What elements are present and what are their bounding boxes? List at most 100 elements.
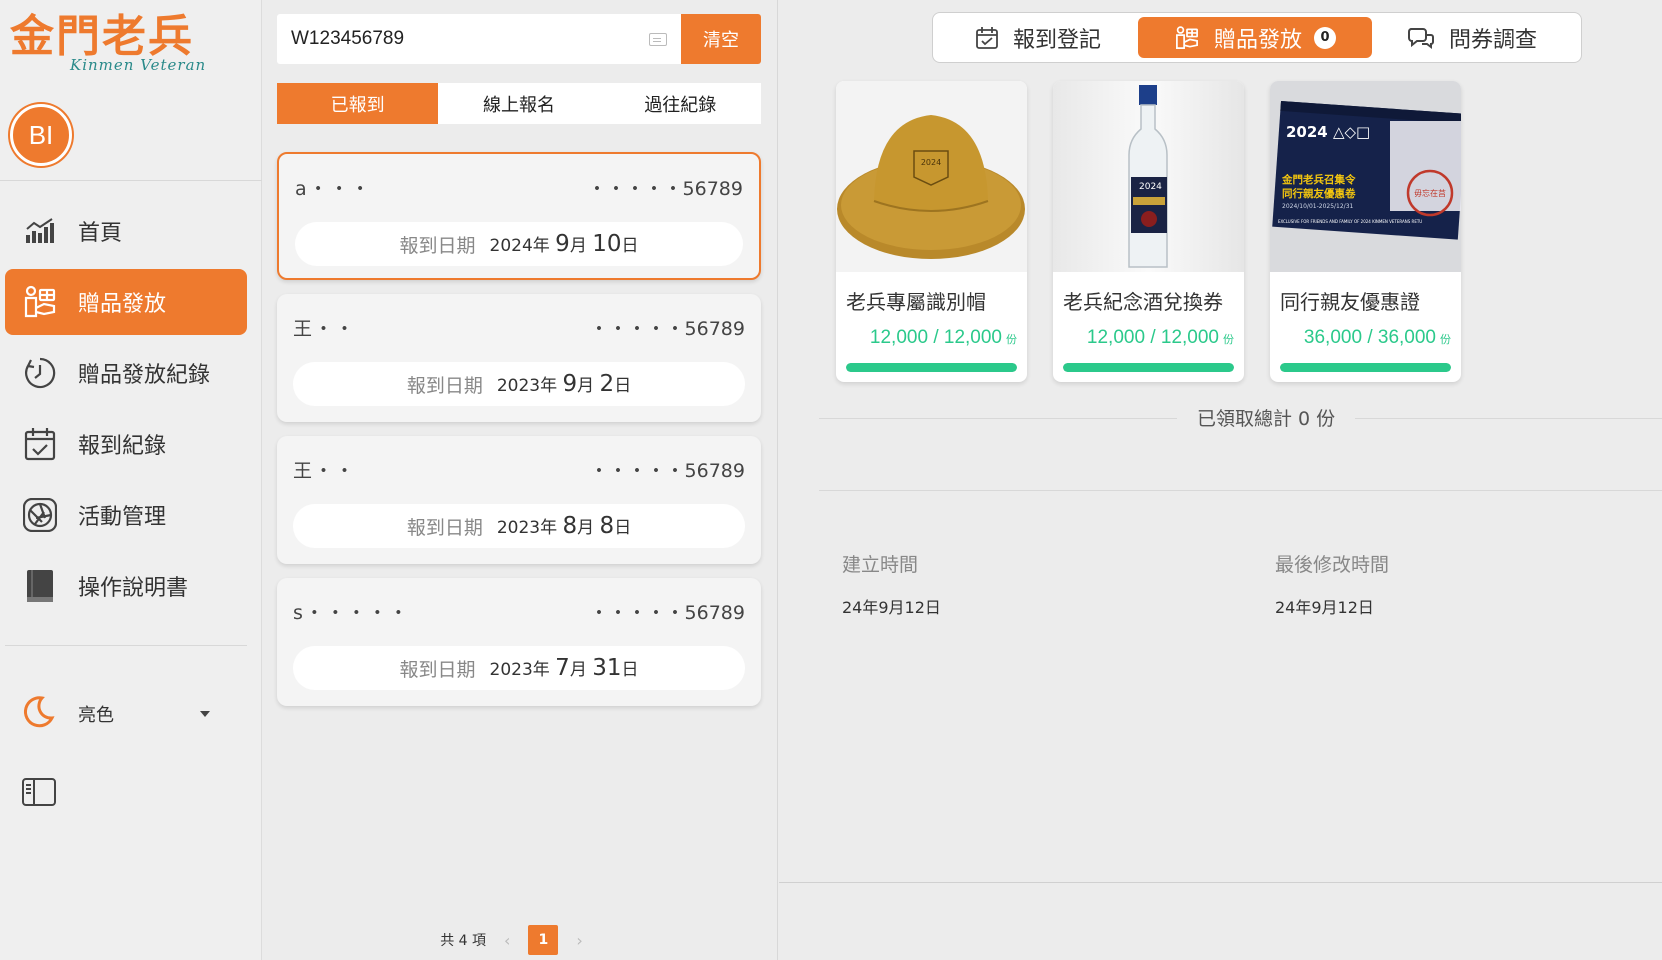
record-date: 報到日期 2024年 9月 10日 — [295, 222, 743, 266]
date-label: 報到日期 — [406, 374, 483, 397]
gift-name: 同行親友優惠證 — [1280, 290, 1420, 314]
caret-down-icon — [200, 711, 210, 717]
created-value: 24年9月12日 — [842, 598, 941, 617]
modified-value: 24年9月12日 — [1275, 598, 1374, 617]
tab-label: 贈品發放 — [1213, 27, 1302, 53]
liquor-bottle-image: 2024 — [1053, 81, 1244, 272]
moon-icon — [20, 694, 56, 735]
gift-hand-icon — [1174, 25, 1200, 51]
divider — [779, 882, 1662, 883]
history-icon — [22, 355, 58, 391]
progress-fill — [1063, 363, 1234, 372]
record-name: 王・・ — [293, 460, 357, 482]
sidebar-item-event-management[interactable]: 活動管理 — [5, 482, 247, 548]
id-card-icon[interactable] — [649, 32, 667, 46]
theme-label: 亮色 — [78, 705, 114, 726]
search-input[interactable] — [277, 14, 649, 64]
card-title-1: 金門老兵召集令 — [1281, 173, 1356, 186]
tab-label: 問券調查 — [1448, 27, 1537, 53]
tab-checked-in[interactable]: 已報到 — [277, 83, 439, 124]
sidebar-nav: 首頁 贈品發放 贈品發放紀錄 報到紀錄 活動管理 操作說明書 — [5, 198, 247, 624]
count-badge: 0 — [1314, 26, 1336, 49]
sidebar-item-label: 首頁 — [78, 221, 123, 246]
page-1-button[interactable]: 1 — [528, 925, 559, 955]
record-id: ・・・・・56789 — [587, 178, 743, 200]
gift-card[interactable]: 2024 △◇□ 金門老兵召集令 同行親友優惠卷 2024/10/01-2025… — [1270, 81, 1461, 382]
list-item[interactable]: a・・・ ・・・・・56789 報到日期 2024年 9月 10日 — [277, 152, 761, 280]
card-period: 2024/10/01-2025/12/31 — [1282, 203, 1354, 210]
tab-checkin-registration[interactable]: 報到登記 — [938, 17, 1138, 58]
record-name: s・・・・・ — [293, 602, 410, 624]
card-title-2: 同行親友優惠卷 — [1282, 187, 1356, 200]
gift-hand-icon — [22, 284, 58, 320]
total-received: 已領取總計 0 份 — [1177, 404, 1356, 431]
divider — [819, 490, 1662, 491]
gift-progress-bar — [846, 363, 1017, 372]
date-label: 報到日期 — [399, 658, 476, 681]
gift-name: 老兵紀念酒兌換券 — [1063, 290, 1223, 314]
chat-icon — [1407, 26, 1435, 50]
record-name: 王・・ — [293, 318, 357, 340]
avatar[interactable]: BI — [10, 104, 72, 166]
theme-selector[interactable]: 亮色 — [20, 692, 210, 736]
progress-fill — [846, 363, 1017, 372]
date-value: 2023年 8月 8日 — [496, 513, 632, 539]
date-value: 2023年 9月 2日 — [496, 371, 632, 397]
sidebar-item-checkin-records[interactable]: 報到紀錄 — [5, 411, 247, 477]
brand-logo[interactable]: 金門老兵 Kinmen Veteran — [10, 12, 210, 78]
checkin-list-panel: 清空 已報到 線上報名 過往紀錄 a・・・ ・・・・・56789 報到日期 20… — [263, 0, 778, 960]
date-value: 2024年 9月 10日 — [489, 231, 639, 257]
gift-quantity: 12,000 / 12,000 份 — [869, 327, 1017, 348]
card-stamp: 毋忘在莒 — [1414, 188, 1446, 198]
clear-button[interactable]: 清空 — [681, 14, 761, 64]
mode-tabs: 報到登記 贈品發放 0 問券調查 — [932, 12, 1582, 63]
record-id: ・・・・・56789 — [589, 602, 745, 624]
total-count: 共 4 項 — [440, 933, 486, 949]
record-id: ・・・・・56789 — [589, 460, 745, 482]
created-label: 建立時間 — [842, 554, 919, 576]
bottle-label: 2024 — [1139, 182, 1162, 192]
date-label: 報到日期 — [406, 516, 483, 539]
status-tabs: 已報到 線上報名 過往紀錄 — [277, 83, 761, 124]
sidebar-item-label: 活動管理 — [78, 505, 167, 530]
brand-name-en: Kinmen Veteran — [70, 56, 207, 74]
gift-quantity: 12,000 / 12,000 份 — [1086, 327, 1234, 348]
sidebar-item-label: 操作說明書 — [78, 576, 189, 601]
card-footer: EXCLUSIVE FOR FRIENDS AND FAMILY OF 2024… — [1278, 219, 1422, 224]
card-year: 2024 △◇□ — [1286, 123, 1370, 141]
sidebar-item-label: 贈品發放 — [78, 292, 167, 317]
calendar-check-icon — [975, 26, 999, 50]
record-list: a・・・ ・・・・・56789 報到日期 2024年 9月 10日 王・・ ・・… — [277, 152, 761, 720]
tab-survey[interactable]: 問券調查 — [1372, 17, 1572, 58]
record-id: ・・・・・56789 — [589, 318, 745, 340]
pagination: 共 4 項 ‹ 1 › — [263, 922, 778, 958]
gift-card[interactable]: 2024 老兵專屬識別帽 12,000 / 12,000 份 — [836, 81, 1027, 382]
prev-page-button[interactable]: ‹ — [504, 931, 510, 950]
date-value: 2023年 7月 31日 — [489, 655, 639, 681]
gift-progress-bar — [1063, 363, 1234, 372]
divider — [0, 180, 262, 181]
list-item[interactable]: s・・・・・ ・・・・・56789 報到日期 2023年 7月 31日 — [277, 578, 761, 706]
divider — [5, 645, 247, 646]
gift-quantity: 36,000 / 36,000 份 — [1303, 327, 1451, 348]
sidebar-item-gift-history[interactable]: 贈品發放紀錄 — [5, 340, 247, 406]
tab-gift-distribution[interactable]: 贈品發放 0 — [1138, 17, 1372, 58]
date-label: 報到日期 — [399, 234, 476, 257]
aperture-icon — [22, 497, 58, 533]
list-item[interactable]: 王・・ ・・・・・56789 報到日期 2023年 8月 8日 — [277, 436, 761, 564]
tab-past-records[interactable]: 過往紀錄 — [600, 83, 761, 124]
modified-label: 最後修改時間 — [1275, 554, 1390, 576]
hat-print: 2024 — [921, 158, 941, 167]
sidebar-item-label: 報到紀錄 — [78, 434, 167, 459]
book-icon — [22, 568, 58, 604]
list-item[interactable]: 王・・ ・・・・・56789 報到日期 2023年 9月 2日 — [277, 294, 761, 422]
sidebar-toggle-icon[interactable] — [22, 778, 56, 806]
hat-image: 2024 — [836, 81, 1027, 272]
sidebar-item-manual[interactable]: 操作說明書 — [5, 553, 247, 619]
gift-card[interactable]: 2024 老兵紀念酒兌換券 12,000 / 12,000 份 — [1053, 81, 1244, 382]
next-page-button[interactable]: › — [576, 931, 582, 950]
sidebar-item-home[interactable]: 首頁 — [5, 198, 247, 264]
tab-online-registration[interactable]: 線上報名 — [438, 83, 599, 124]
sidebar-item-gift-distribution[interactable]: 贈品發放 — [5, 269, 247, 335]
record-date: 報到日期 2023年 9月 2日 — [293, 362, 745, 406]
